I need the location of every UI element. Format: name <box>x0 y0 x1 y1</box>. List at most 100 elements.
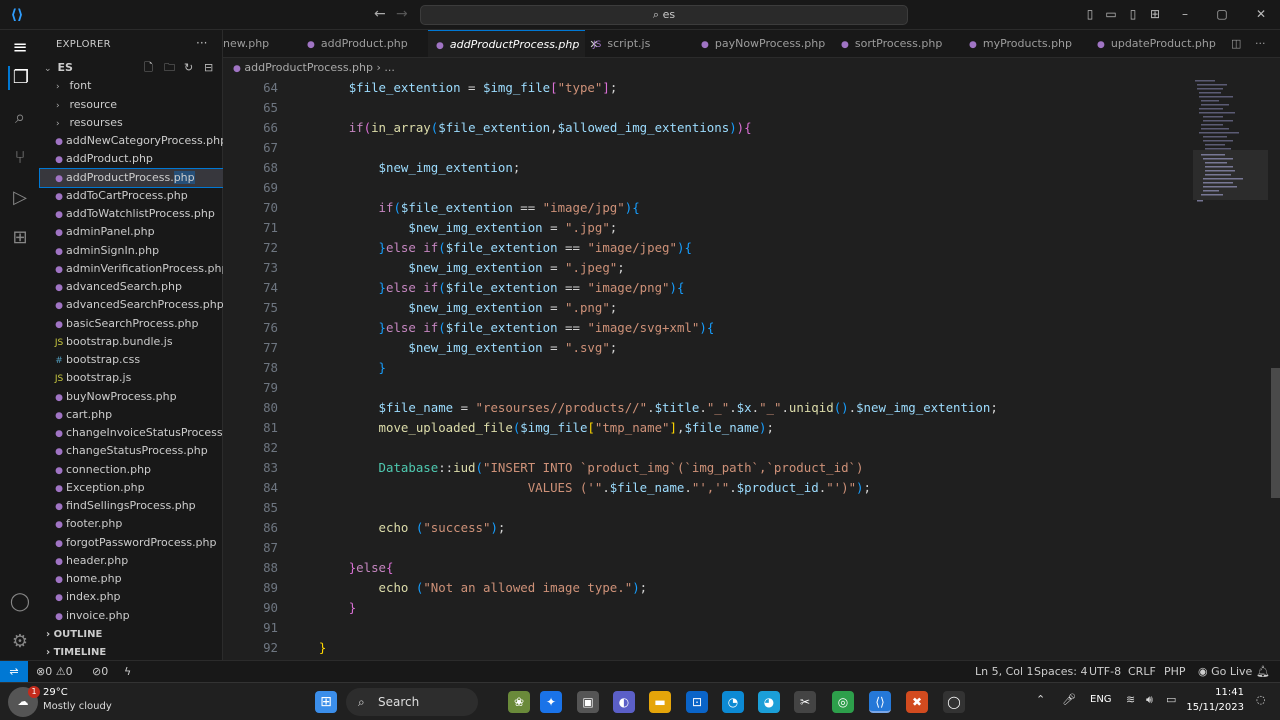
file-item[interactable]: ● buyNowProcess.php <box>40 388 223 406</box>
widgets-icon[interactable]: ❀ <box>508 691 530 713</box>
file-item[interactable]: ● addNewCategoryProcess.php <box>40 132 223 150</box>
tab-script[interactable]: JS script.js <box>585 30 693 57</box>
split-editor-icon[interactable]: ◫ <box>1231 30 1251 57</box>
file-item[interactable]: ● cart.php <box>40 406 223 424</box>
account-icon[interactable]: ◯ <box>8 590 32 614</box>
more-actions-icon[interactable]: ··· <box>196 36 207 50</box>
customize-layout-icon[interactable]: ⊞ <box>1148 7 1162 21</box>
toggle-secondary-sidebar-icon[interactable]: ▯ <box>1126 7 1140 21</box>
notification-center-icon[interactable]: ◌ <box>1256 693 1266 706</box>
file-item[interactable]: ●changeInvoiceStatusProcess.p... <box>40 424 223 442</box>
file-item[interactable]: ● footer.php <box>40 515 223 533</box>
forward-icon[interactable]: → <box>396 6 408 22</box>
toggle-panel-icon[interactable]: ▭ <box>1104 7 1118 21</box>
chrome-icon[interactable]: ◎ <box>832 691 854 713</box>
file-item[interactable]: ● forgotPasswordProcess.php <box>40 534 223 552</box>
taskbar-search[interactable]: ⌕ Search <box>346 688 478 716</box>
code-editor[interactable]: 64 65 66 67 68 69 70 71 72 73 74 75 76 77 78 79 80 81 82 83… <box>223 78 1280 660</box>
file-item[interactable]: ● addToWatchlistProcess.php <box>40 205 223 223</box>
wifi-icon[interactable]: ≋ <box>1126 693 1135 706</box>
go-live-button[interactable]: ◉ Go Live <box>1198 661 1252 682</box>
browser-icon[interactable]: ◕ <box>758 691 780 713</box>
back-icon[interactable]: ← <box>374 6 386 22</box>
tab-paynowprocess[interactable]: ● payNowProcess.php <box>693 30 833 57</box>
file-item[interactable]: ● invoice.php <box>40 607 223 625</box>
close-window-icon[interactable]: ✕ <box>1254 7 1268 21</box>
file-item[interactable]: # bootstrap.css <box>40 351 223 369</box>
github-icon[interactable]: ◯ <box>943 691 965 713</box>
search-icon[interactable]: ⌕ <box>8 106 32 130</box>
remote-indicator-icon[interactable]: ⇌ <box>0 661 28 682</box>
folder-item[interactable]: › resource <box>40 96 223 114</box>
code-area[interactable]: $file_extention = $img_file["type"]; if(… <box>289 78 1219 658</box>
store-icon[interactable]: ⊡ <box>686 691 708 713</box>
workspace-root[interactable]: ⌄ ES 🗋 🗀 ↻ ⊟ <box>40 59 223 77</box>
file-item[interactable]: ● header.php <box>40 552 223 570</box>
file-item[interactable]: JS bootstrap.js <box>40 369 223 387</box>
tab-addproductprocess[interactable]: ● addProductProcess.php ✕ <box>428 30 599 57</box>
file-item[interactable]: ● connection.php <box>40 461 223 479</box>
lightning-icon[interactable]: ϟ <box>124 661 131 682</box>
maximize-icon[interactable]: ▢ <box>1215 7 1229 21</box>
file-item[interactable]: ● addProduct.php <box>40 150 223 168</box>
source-control-icon[interactable]: ⑂ <box>8 146 32 170</box>
more-actions-icon[interactable]: ··· <box>1255 30 1275 57</box>
language-mode[interactable]: PHP <box>1164 661 1186 682</box>
volume-icon[interactable]: 🔊︎ <box>1146 693 1153 707</box>
file-item[interactable]: JS bootstrap.bundle.js <box>40 333 223 351</box>
vscode-taskbar-icon[interactable]: ⟨⟩ <box>869 691 891 713</box>
file-item[interactable]: ● addToCartProcess.php <box>40 187 223 205</box>
file-item[interactable]: ● advancedSearch.php <box>40 278 223 296</box>
indentation[interactable]: Spaces: 4 <box>1034 661 1087 682</box>
new-file-icon[interactable]: 🗋 <box>144 59 153 77</box>
file-item[interactable]: ● home.php <box>40 570 223 588</box>
file-item[interactable]: ● changeStatusProcess.php <box>40 442 223 460</box>
minimize-icon[interactable]: – <box>1178 7 1192 21</box>
snipping-tool-icon[interactable]: ✂ <box>794 691 816 713</box>
file-item[interactable]: ● basicSearchProcess.php <box>40 315 223 333</box>
vertical-scrollbar[interactable] <box>1271 368 1280 498</box>
end-of-line[interactable]: CRLF <box>1128 661 1156 682</box>
clock-time[interactable]: 11:41 <box>1200 687 1244 698</box>
task-view-icon[interactable]: ▣ <box>577 691 599 713</box>
tab-updateproduct[interactable]: ● updateProduct.php <box>1089 30 1224 57</box>
tab-myproducts[interactable]: ● myProducts.php <box>961 30 1089 57</box>
language-indicator[interactable]: ENG <box>1090 694 1112 705</box>
file-item[interactable]: ● advancedSearchProcess.php <box>40 296 223 314</box>
extensions-icon[interactable]: ⊞ <box>8 226 32 250</box>
run-debug-icon[interactable]: ▷ <box>8 186 32 210</box>
teams-icon[interactable]: ◐ <box>613 691 635 713</box>
battery-icon[interactable]: ▭ <box>1166 693 1176 706</box>
explorer-icon[interactable]: ❐ <box>8 66 32 90</box>
collapse-all-icon[interactable]: ⊟ <box>204 59 213 77</box>
clock-date[interactable]: 15/11/2023 <box>1186 702 1244 713</box>
tab-new[interactable]: new.php <box>223 30 303 57</box>
folder-item[interactable]: › resourses <box>40 114 223 132</box>
minimap[interactable] <box>1193 78 1268 218</box>
hamburger-menu-icon[interactable]: ≡ <box>8 36 32 60</box>
folder-item[interactable]: › font <box>40 77 223 95</box>
cursor-position[interactable]: Ln 5, Col 1 <box>975 661 1034 682</box>
file-item[interactable]: ● adminPanel.php <box>40 223 223 241</box>
manage-gear-icon[interactable]: ⚙ <box>8 630 32 654</box>
copilot-icon[interactable]: ✦ <box>540 691 562 713</box>
command-center-search[interactable]: ⌕ es <box>420 5 908 25</box>
show-hidden-icons[interactable]: ⌃ <box>1036 693 1045 706</box>
breadcrumb-more[interactable]: ... <box>384 61 395 74</box>
file-item[interactable]: ● adminVerificationProcess.php <box>40 260 223 278</box>
breadcrumb-file[interactable]: addProductProcess.php <box>244 61 373 74</box>
microphone-icon[interactable]: 🎤︎ <box>1062 693 1076 706</box>
encoding[interactable]: UTF-8 <box>1089 661 1121 682</box>
ports-indicator[interactable]: ⊘0 <box>92 661 108 682</box>
xampp-icon[interactable]: ✖ <box>906 691 928 713</box>
outline-section[interactable]: › OUTLINE <box>40 626 223 644</box>
file-item[interactable]: ● Exception.php <box>40 479 223 497</box>
file-item[interactable]: ● index.php <box>40 588 223 606</box>
notifications-bell-icon[interactable]: 🔔︎ <box>1256 661 1270 682</box>
file-explorer-icon[interactable]: ▬ <box>649 691 671 713</box>
file-item[interactable]: ● adminSignIn.php <box>40 242 223 260</box>
refresh-icon[interactable]: ↻ <box>184 59 193 77</box>
new-folder-icon[interactable]: 🗀 <box>164 59 175 77</box>
file-item[interactable]: ● addProductProcess.php <box>39 167 224 188</box>
problems-indicator[interactable]: ⊗0 ⚠0 <box>36 661 73 682</box>
